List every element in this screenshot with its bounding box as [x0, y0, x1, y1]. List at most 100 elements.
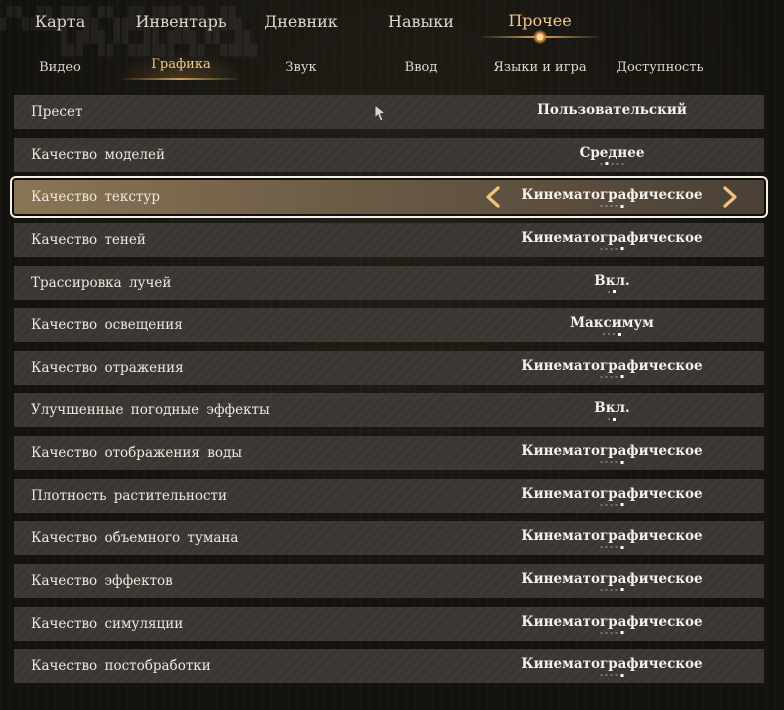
- setting-label: Качество эффектов: [31, 572, 173, 589]
- option-dot-active: [620, 375, 624, 379]
- option-indicator-dots: [600, 375, 624, 379]
- subtab-video[interactable]: Видео: [39, 60, 81, 75]
- option-indicator-dots: [603, 332, 621, 336]
- settings-row[interactable]: Качество постобработки Кинематографическо…: [14, 649, 764, 684]
- option-indicator-dots: [600, 503, 624, 507]
- option-dot: [605, 503, 608, 506]
- option-dot: [603, 333, 605, 336]
- option-indicator-dots: [600, 545, 624, 549]
- setting-value: Кинематографическое: [521, 656, 703, 673]
- option-dot: [610, 503, 613, 506]
- settings-row[interactable]: Пресет Пользовательский: [14, 95, 764, 129]
- settings-row[interactable]: Качество моделей Среднее: [14, 137, 764, 172]
- option-dot: [610, 674, 613, 677]
- option-indicator-dots: [600, 673, 624, 677]
- option-dot: [605, 588, 608, 591]
- option-indicator-dots: [600, 460, 624, 464]
- setting-label: Качество постобработки: [31, 658, 211, 675]
- option-indicator-dots: [600, 162, 624, 166]
- subtab-language-game[interactable]: Языки и игра: [493, 60, 586, 75]
- option-dot-active: [620, 545, 624, 549]
- tab-map[interactable]: Карта: [35, 12, 86, 31]
- settings-row[interactable]: Качество объемного тумана Кинематографиче…: [14, 521, 764, 556]
- setting-value: Пользовательский: [537, 102, 687, 118]
- settings-row[interactable]: Качество отражения Кинематографическое: [14, 350, 764, 385]
- settings-row[interactable]: Плотность растительности Кинематографичес…: [14, 478, 764, 513]
- setting-value: Вкл.: [594, 400, 630, 417]
- tab-inventory[interactable]: Инвентарь: [135, 12, 226, 31]
- settings-row[interactable]: Трассировка лучей Вкл.: [14, 265, 764, 300]
- option-indicator-dots: [608, 290, 616, 293]
- option-indicator-dots: [600, 588, 624, 592]
- option-dot: [610, 205, 613, 208]
- setting-label: Качество теней: [31, 231, 146, 248]
- setting-value: Кинематографическое: [521, 229, 703, 246]
- option-dot-active: [618, 332, 621, 336]
- subtab-accessibility[interactable]: Доступность: [616, 60, 703, 75]
- settings-row[interactable]: Качество текстур Кинематографическое: [10, 176, 768, 219]
- option-dot: [600, 247, 603, 250]
- option-dot: [613, 333, 615, 336]
- option-dot: [621, 162, 624, 165]
- option-dot: [600, 588, 603, 591]
- subtab-sound[interactable]: Звук: [285, 60, 316, 75]
- option-dot: [608, 418, 610, 421]
- tab-other[interactable]: Прочее: [508, 11, 571, 30]
- option-indicator-dots: [600, 204, 624, 208]
- option-dot-active: [605, 162, 609, 166]
- settings-row[interactable]: Улучшенные погодные эффекты Вкл.: [14, 393, 764, 428]
- setting-value: Кинематографическое: [521, 357, 703, 374]
- option-dot-active: [620, 588, 624, 592]
- mouse-cursor-icon: [374, 104, 387, 122]
- setting-value: Среднее: [579, 144, 645, 161]
- tab-journal[interactable]: Дневник: [264, 12, 337, 31]
- option-dot: [605, 247, 608, 250]
- graphics-settings-list: Пресет Пользовательский Качество моделей Ср…: [10, 95, 768, 692]
- setting-label: Качество отображения воды: [31, 445, 242, 461]
- settings-row[interactable]: Качество эффектов Кинематографическое: [14, 563, 764, 598]
- settings-row[interactable]: Качество теней Кинематографическое: [14, 222, 764, 257]
- option-dot: [616, 162, 619, 165]
- setting-label: Качество объемного тумана: [31, 530, 239, 547]
- option-dot-active: [613, 290, 616, 293]
- setting-value: Максимум: [570, 315, 654, 332]
- option-dot: [605, 546, 608, 549]
- settings-row[interactable]: Качество отображения воды Кинематографиче…: [14, 436, 764, 470]
- subtab-input[interactable]: Ввод: [405, 60, 438, 75]
- option-dot: [608, 333, 610, 336]
- option-dot: [608, 290, 610, 293]
- option-indicator-dots: [600, 247, 624, 251]
- option-dot: [615, 503, 618, 506]
- setting-value: Кинематографическое: [521, 528, 703, 545]
- option-dot-active: [620, 673, 624, 677]
- option-indicator-dots: [608, 417, 616, 421]
- option-dot: [615, 247, 618, 250]
- chevron-left-icon[interactable]: [483, 186, 503, 208]
- option-dot: [600, 162, 603, 165]
- tab-skills[interactable]: Навыки: [388, 12, 454, 31]
- active-subtab-indicator: [118, 78, 242, 80]
- setting-value: Кинематографическое: [521, 570, 703, 587]
- option-dot: [600, 375, 603, 378]
- option-dot: [600, 674, 603, 677]
- option-dot: [610, 461, 613, 463]
- subtab-graphics[interactable]: Графика: [151, 57, 210, 72]
- settings-row[interactable]: Качество освещения Максимум: [14, 308, 764, 343]
- setting-label: Плотность растительности: [31, 487, 227, 504]
- option-dot-active: [620, 503, 624, 507]
- option-dot-active: [620, 631, 624, 634]
- option-dot: [600, 503, 603, 506]
- setting-label: Трассировка лучей: [31, 274, 172, 291]
- setting-label: Качество текстур: [31, 189, 160, 206]
- chevron-right-icon[interactable]: [720, 186, 740, 208]
- option-dot: [605, 631, 608, 634]
- setting-label: Качество симуляции: [31, 615, 184, 632]
- setting-value: Кинематографическое: [521, 443, 703, 459]
- settings-row[interactable]: Качество симуляции Кинематографическое: [14, 606, 764, 641]
- active-tab-dot-icon: [533, 30, 547, 44]
- option-dot: [611, 162, 614, 165]
- option-dot: [600, 205, 603, 208]
- option-dot: [605, 205, 608, 208]
- setting-label: Пресет: [31, 104, 83, 120]
- option-dot: [610, 631, 613, 634]
